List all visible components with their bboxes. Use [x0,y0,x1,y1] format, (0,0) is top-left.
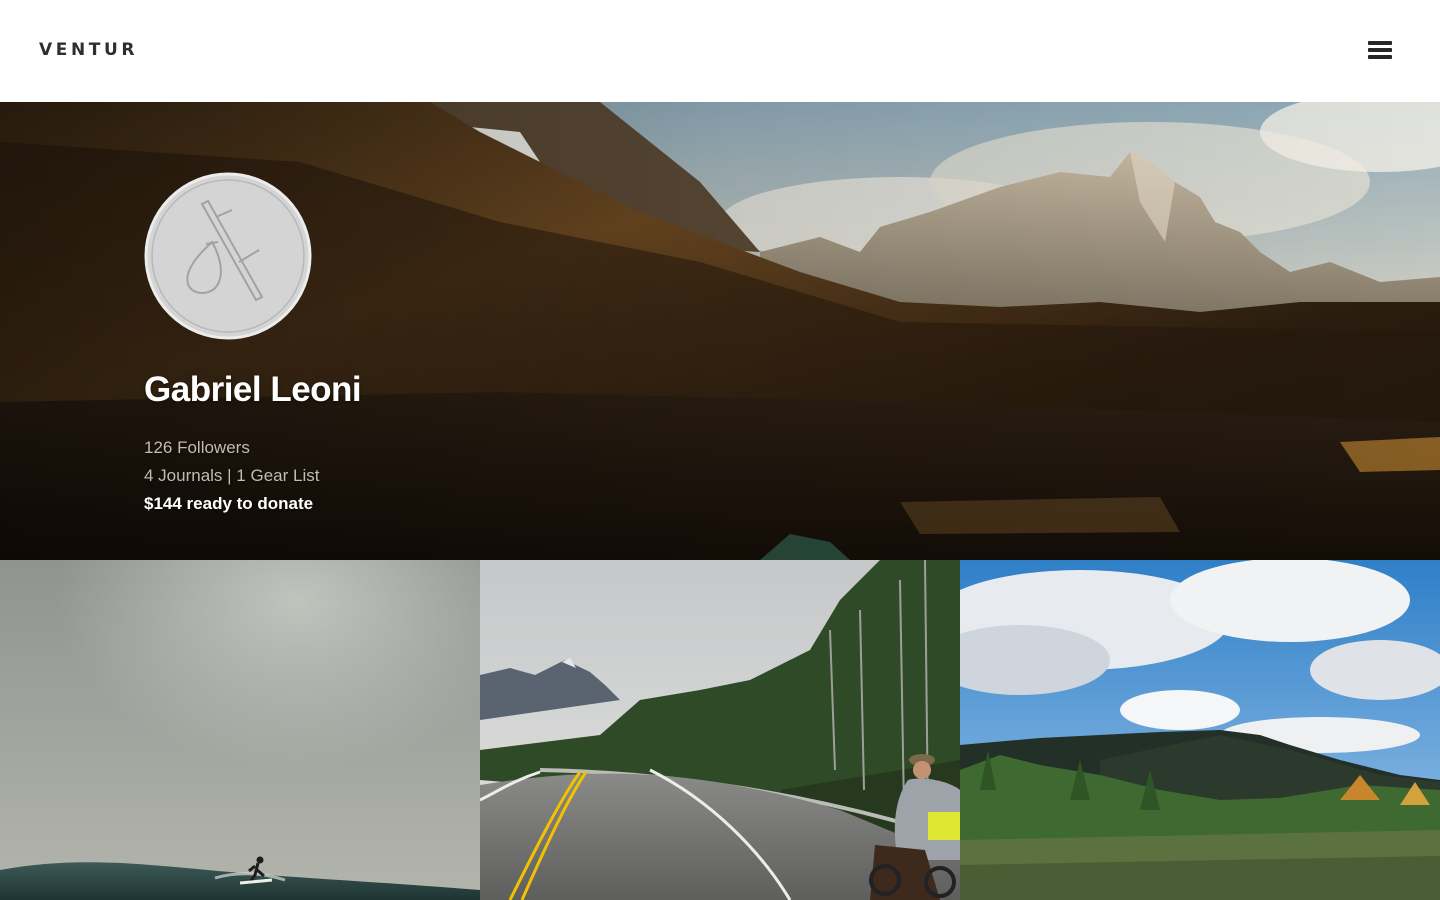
menu-bar-icon [1368,48,1392,52]
menu-bar-icon [1368,55,1392,59]
logo-link[interactable]: VENTUR [39,40,138,60]
journal-tile-hiking[interactable] [960,560,1440,900]
profile-avatar[interactable] [144,172,312,340]
hamburger-menu-button[interactable] [1362,36,1398,66]
profile-hero: Gabriel Leoni 126 Followers 4 Journals |… [0,102,1440,560]
journal-photo-grid [0,560,1440,900]
surfer-photo [0,560,480,900]
menu-bar-icon [1368,41,1392,45]
journal-tile-surf[interactable] [0,560,480,900]
forest-hills-photo [960,560,1440,900]
profile-name: Gabriel Leoni [144,370,362,409]
journal-tile-cycling[interactable] [480,560,960,900]
cyclist-road-photo [480,560,960,900]
followers-count-link[interactable]: 126 Followers [144,438,250,458]
bindle-stick-icon [144,172,312,340]
journals-gear-summary: 4 Journals | 1 Gear List [144,466,320,485]
top-navbar: VENTUR [0,0,1440,102]
donation-amount: $144 ready to donate [144,494,314,513]
